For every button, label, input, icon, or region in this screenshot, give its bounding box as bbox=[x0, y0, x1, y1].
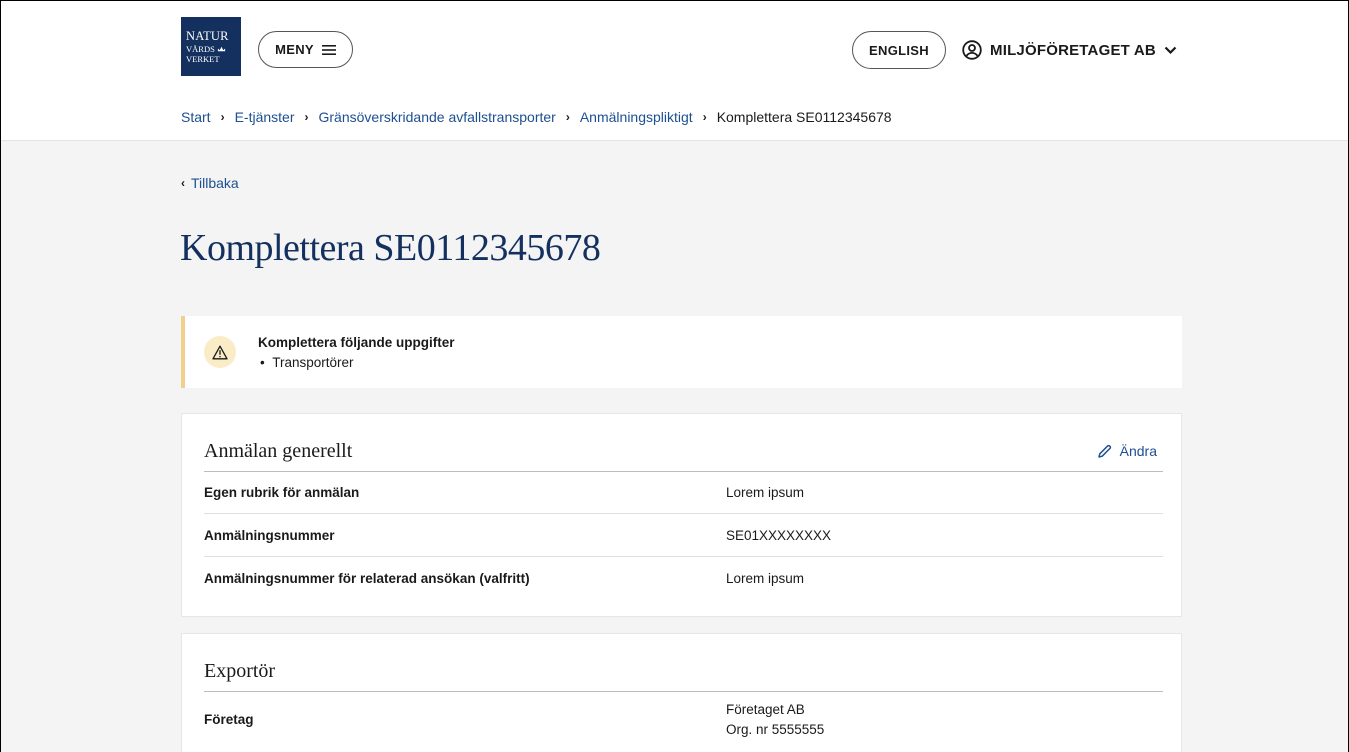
edit-button[interactable]: Ändra bbox=[1097, 443, 1157, 459]
alert-title: Komplettera följande uppgifter bbox=[258, 335, 455, 350]
row-label: Egen rubrik för anmälan bbox=[204, 485, 360, 500]
account-label: MILJÖFÖRETAGET AB bbox=[990, 41, 1156, 59]
breadcrumb-avfallstransporter[interactable]: Gränsöverskridande avfallstransporter bbox=[319, 109, 556, 125]
pencil-icon bbox=[1097, 444, 1111, 458]
logo-line-2: VÅRDS bbox=[186, 44, 226, 54]
row-label: Företag bbox=[204, 712, 254, 727]
site-header: NATUR VÅRDS VERKET MENY ENGLISH MILJÖFÖR… bbox=[0, 0, 1349, 141]
edit-label: Ändra bbox=[1119, 443, 1157, 459]
table-row: Anmälningsnummer för relaterad ansökan (… bbox=[204, 558, 1163, 600]
completion-alert: Komplettera följande uppgifter • Transpo… bbox=[181, 316, 1182, 388]
chevron-right-icon: › bbox=[565, 110, 570, 124]
crown-emblem-icon bbox=[217, 46, 226, 52]
breadcrumb-start[interactable]: Start bbox=[181, 109, 211, 125]
breadcrumb-anmalningspliktigt[interactable]: Anmälningspliktigt bbox=[580, 109, 693, 125]
company-name: Företaget AB bbox=[726, 702, 805, 717]
chevron-left-icon: ‹ bbox=[181, 176, 185, 190]
chevron-down-icon bbox=[1164, 46, 1177, 54]
row-value: Lorem ipsum bbox=[726, 571, 805, 586]
section-exporter: Exportör Företag Företaget AB Org. nr 55… bbox=[181, 633, 1182, 752]
row-value: SE01XXXXXXXX bbox=[726, 528, 832, 543]
breadcrumb: Start › E-tjänster › Gränsöverskridande … bbox=[181, 107, 892, 127]
org-number: Org. nr 5555555 bbox=[726, 722, 825, 737]
hamburger-icon bbox=[321, 44, 336, 55]
language-button[interactable]: ENGLISH bbox=[852, 31, 946, 69]
table-row: Egen rubrik för anmälan Lorem ipsum bbox=[204, 472, 1163, 514]
user-circle-icon bbox=[962, 40, 982, 60]
language-label: ENGLISH bbox=[869, 42, 929, 58]
chevron-right-icon: › bbox=[220, 110, 225, 124]
page-title: Komplettera SE0112345678 bbox=[180, 227, 601, 269]
logo-line-1: NATUR bbox=[186, 28, 229, 43]
warning-icon bbox=[204, 336, 236, 368]
table-row: Företag Företaget AB Org. nr 5555555 bbox=[204, 698, 1163, 740]
section-title: Exportör bbox=[204, 660, 276, 682]
row-label: Anmälningsnummer för relaterad ansökan (… bbox=[204, 571, 530, 586]
row-value: Lorem ipsum bbox=[726, 485, 805, 500]
section-title: Anmälan generellt bbox=[204, 440, 353, 462]
chevron-right-icon: › bbox=[702, 110, 707, 124]
row-label: Anmälningsnummer bbox=[204, 528, 335, 543]
menu-button[interactable]: MENY bbox=[258, 31, 353, 68]
menu-label: MENY bbox=[275, 42, 314, 57]
breadcrumb-e-tjanster[interactable]: E-tjänster bbox=[235, 109, 295, 125]
breadcrumb-current: Komplettera SE0112345678 bbox=[716, 109, 892, 125]
logo-line-3: VERKET bbox=[186, 53, 220, 64]
back-label: Tillbaka bbox=[191, 175, 239, 191]
back-link[interactable]: ‹ Tillbaka bbox=[181, 175, 239, 191]
naturvardsverket-logo[interactable]: NATUR VÅRDS VERKET bbox=[181, 17, 241, 76]
table-row: Anmälningsnummer SE01XXXXXXXX bbox=[204, 515, 1163, 557]
row-value: Företaget AB Org. nr 5555555 bbox=[726, 700, 824, 740]
chevron-right-icon: › bbox=[304, 110, 309, 124]
section-general: Anmälan generellt Ändra Egen rubrik för … bbox=[181, 413, 1182, 617]
account-menu[interactable]: MILJÖFÖRETAGET AB bbox=[962, 37, 1177, 63]
alert-list-item: • Transportörer bbox=[260, 355, 354, 370]
divider bbox=[204, 691, 1163, 692]
